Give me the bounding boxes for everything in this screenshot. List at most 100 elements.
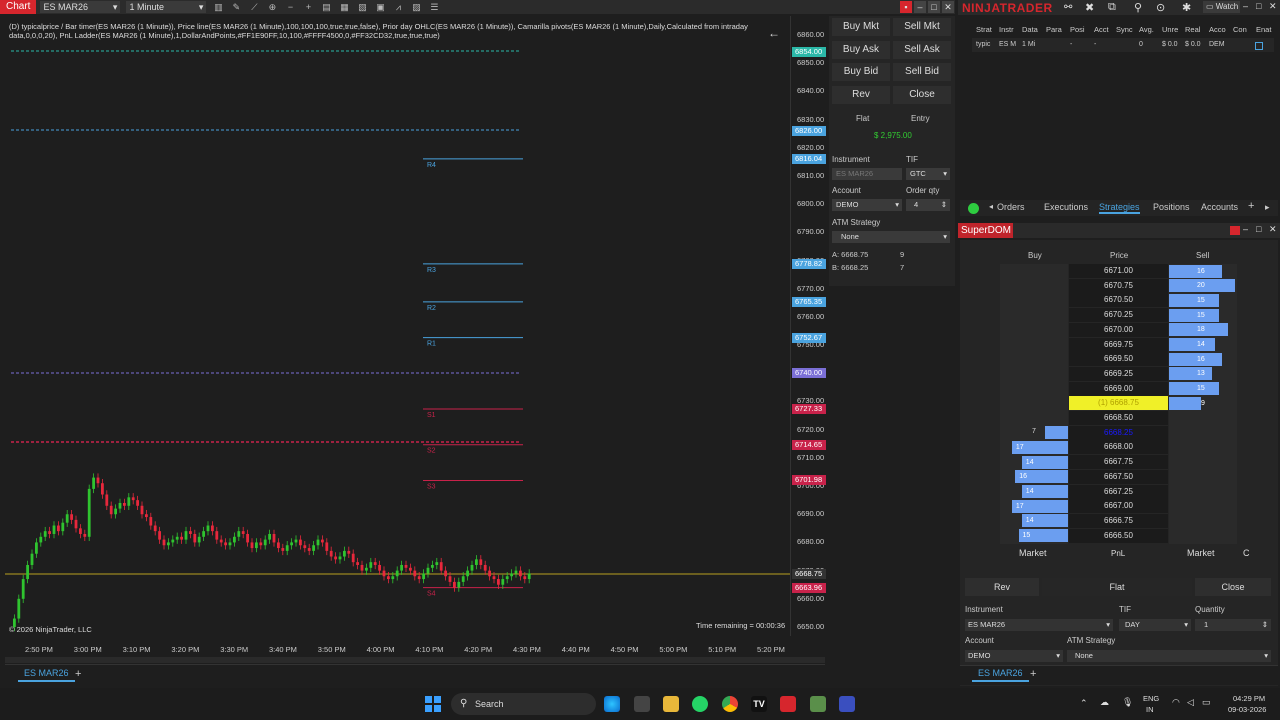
dom-price-cell[interactable]: 6668.50: [1069, 411, 1168, 425]
volume-icon[interactable]: ◁: [1187, 697, 1194, 708]
tab-accounts[interactable]: Accounts: [1201, 202, 1238, 212]
sell-market-button[interactable]: Sell Mkt: [893, 18, 951, 36]
dom-price-cell[interactable]: 6668.00: [1069, 440, 1168, 455]
file-explorer-icon[interactable]: [663, 696, 679, 712]
account-select[interactable]: DEMO ▾: [832, 199, 902, 211]
close-icon[interactable]: ✕: [1269, 224, 1277, 235]
tab-strategies[interactable]: Strategies: [1099, 202, 1140, 214]
tab-scroll-right-icon[interactable]: ▸: [1265, 202, 1270, 213]
column-header[interactable]: Con: [1233, 25, 1247, 34]
dom-price-cell[interactable]: 6669.50: [1069, 352, 1168, 367]
dom-price-cell[interactable]: 6670.25: [1069, 308, 1168, 323]
price-chart[interactable]: R4 R3 R2 R1 S1 S2 S3 S4: [5, 16, 790, 636]
link-icon[interactable]: [1230, 226, 1240, 235]
clock-time[interactable]: 04:29 PM: [1233, 694, 1265, 703]
horizontal-scrollbar[interactable]: [5, 657, 825, 663]
atm-select[interactable]: None ▾: [1067, 650, 1271, 662]
reverse-button[interactable]: Rev: [965, 578, 1039, 596]
account-select[interactable]: DEMO ▾: [965, 650, 1063, 662]
tradingview-icon[interactable]: TV: [751, 696, 767, 712]
atm-select[interactable]: None ▾: [832, 231, 950, 243]
crosshair-icon[interactable]: +: [302, 2, 314, 12]
terminal-icon[interactable]: [839, 696, 855, 712]
buy-market-button[interactable]: Buy Mkt: [832, 18, 890, 36]
column-header[interactable]: Acct: [1094, 25, 1109, 34]
column-header[interactable]: Unre: [1162, 25, 1178, 34]
minus-icon[interactable]: −: [284, 2, 296, 12]
edge-icon[interactable]: [604, 696, 620, 712]
add-tab-icon[interactable]: +: [75, 668, 81, 680]
dom-price-cell[interactable]: 6669.75: [1069, 337, 1168, 352]
menu-icon[interactable]: ☰: [428, 2, 440, 12]
tab-scroll-left-icon[interactable]: ◂: [989, 202, 993, 211]
chart-trader-icon[interactable]: ⩘: [392, 2, 404, 12]
market-buy-button[interactable]: Market: [1019, 548, 1047, 558]
column-header[interactable]: Para: [1046, 25, 1062, 34]
close-position-button[interactable]: Close: [1195, 578, 1271, 596]
mic-icon[interactable]: 🎙: [1122, 697, 1133, 708]
dom-price-cell[interactable]: 6669.25: [1069, 366, 1168, 381]
dom-price-cell[interactable]: 6670.75: [1069, 278, 1168, 293]
settings-icon[interactable]: ✱: [1182, 1, 1191, 14]
close-icon[interactable]: ✕: [942, 1, 954, 13]
instrument-selector[interactable]: ES MAR26 ▾: [40, 1, 121, 13]
buy-bid-button[interactable]: Buy Bid: [832, 63, 890, 81]
close-position-button[interactable]: Close: [893, 86, 951, 104]
reverse-button[interactable]: Rev: [832, 86, 890, 104]
window-icon[interactable]: ⧉: [1108, 1, 1116, 14]
dom-price-cell[interactable]: 6670.00: [1069, 322, 1168, 337]
language-code[interactable]: ENG: [1143, 694, 1159, 703]
draw-icon[interactable]: ⟋: [248, 2, 260, 12]
back-arrow-icon[interactable]: ←: [768, 26, 780, 40]
tif-select[interactable]: GTC ▾: [906, 168, 950, 180]
tab-es-mar26[interactable]: ES MAR26: [18, 666, 75, 682]
link-icon[interactable]: ▪: [900, 1, 912, 13]
dom-price-cell[interactable]: 6670.50: [1069, 293, 1168, 308]
instrument-field[interactable]: ES MAR26 ▾: [965, 619, 1113, 631]
dom-price-cell[interactable]: 6671.00: [1069, 264, 1168, 278]
tools-icon[interactable]: ✖: [1085, 1, 1094, 14]
tray-up-icon[interactable]: ⌃: [1080, 698, 1088, 709]
zoom-icon[interactable]: ⊕: [266, 2, 278, 12]
dom-price-cell[interactable]: 6667.25: [1069, 484, 1168, 499]
battery-icon[interactable]: ▭: [1202, 697, 1211, 708]
pencil-icon[interactable]: ✎: [230, 2, 242, 12]
sell-ask-button[interactable]: Sell Ask: [893, 41, 951, 59]
cloud-icon[interactable]: ☁: [1100, 697, 1109, 708]
app-icon[interactable]: [810, 696, 826, 712]
column-header[interactable]: Sync: [1116, 25, 1133, 34]
indicators-icon[interactable]: ▦: [338, 2, 350, 12]
dom-price-cell[interactable]: 6669.00: [1069, 381, 1168, 396]
market-sell-button[interactable]: Market: [1187, 548, 1215, 558]
order-qty-stepper[interactable]: 4 ⇕: [906, 199, 950, 211]
ninjatrader-icon[interactable]: [780, 696, 796, 712]
dom-price-cell[interactable]: 6667.00: [1069, 499, 1168, 514]
minimize-icon[interactable]: –: [914, 1, 926, 13]
minimize-icon[interactable]: –: [1243, 224, 1248, 234]
column-header[interactable]: Acco: [1209, 25, 1226, 34]
column-header[interactable]: Posi: [1070, 25, 1085, 34]
tif-select[interactable]: DAY ▾: [1119, 619, 1191, 631]
maximize-icon[interactable]: □: [928, 1, 940, 13]
maximize-icon[interactable]: □: [1256, 224, 1261, 234]
strategy-row[interactable]: [972, 38, 1274, 52]
sell-bid-button[interactable]: Sell Bid: [893, 63, 951, 81]
column-header[interactable]: Enat: [1256, 25, 1271, 34]
chrome-icon[interactable]: [722, 696, 738, 712]
tab-positions[interactable]: Positions: [1153, 202, 1190, 212]
tab-orders[interactable]: Orders: [997, 202, 1025, 212]
add-tab-icon[interactable]: +: [1030, 668, 1036, 680]
dom-price-cell[interactable]: 6666.50: [1069, 528, 1168, 543]
template-icon[interactable]: ▤: [320, 2, 332, 12]
tab-executions[interactable]: Executions: [1044, 202, 1088, 212]
column-header[interactable]: Data: [1022, 25, 1038, 34]
add-tab-icon[interactable]: +: [1248, 200, 1254, 212]
column-header[interactable]: Instr: [999, 25, 1014, 34]
pin-icon[interactable]: ⚲: [1134, 1, 1142, 14]
taskbar-search[interactable]: ⚲ Search: [451, 693, 596, 715]
column-header[interactable]: Real: [1185, 25, 1200, 34]
pnl-toggle[interactable]: PnL: [1111, 549, 1125, 558]
superdom-tab-es-mar26[interactable]: ES MAR26: [972, 666, 1029, 682]
bar-type-icon[interactable]: ▥: [212, 2, 224, 12]
store-icon[interactable]: [634, 696, 650, 712]
